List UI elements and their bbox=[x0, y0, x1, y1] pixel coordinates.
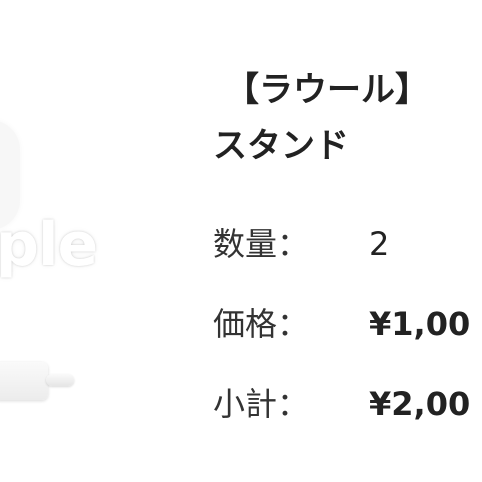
subtotal-label: 小計： bbox=[213, 385, 310, 423]
product-title[interactable]: 【ラウール】 スタンド bbox=[213, 62, 482, 174]
product-title-line1: 【ラウール】 bbox=[225, 70, 429, 110]
cart-item-card: ple 【ラウール】 スタンド 数量： 2 価格： ¥1,00 小計： ¥2,00 bbox=[0, 0, 482, 482]
price-row: 価格： ¥1,00 bbox=[213, 294, 470, 354]
product-title-line2: スタンド bbox=[213, 126, 349, 166]
watermark-text: ple bbox=[0, 210, 98, 280]
product-image[interactable]: ple bbox=[0, 0, 150, 482]
price-value: ¥1,00 bbox=[369, 305, 471, 343]
quantity-row: 数量： 2 bbox=[213, 214, 389, 274]
quantity-value: 2 bbox=[369, 225, 390, 263]
subtotal-row: 小計： ¥2,00 bbox=[213, 374, 470, 434]
stand-base-shape bbox=[0, 362, 48, 400]
price-label: 価格： bbox=[213, 305, 310, 343]
stand-tab-shape bbox=[46, 374, 74, 386]
subtotal-value: ¥2,00 bbox=[369, 385, 471, 423]
product-info: 【ラウール】 スタンド 数量： 2 価格： ¥1,00 小計： ¥2,00 bbox=[213, 62, 482, 423]
quantity-label: 数量： bbox=[213, 225, 310, 263]
